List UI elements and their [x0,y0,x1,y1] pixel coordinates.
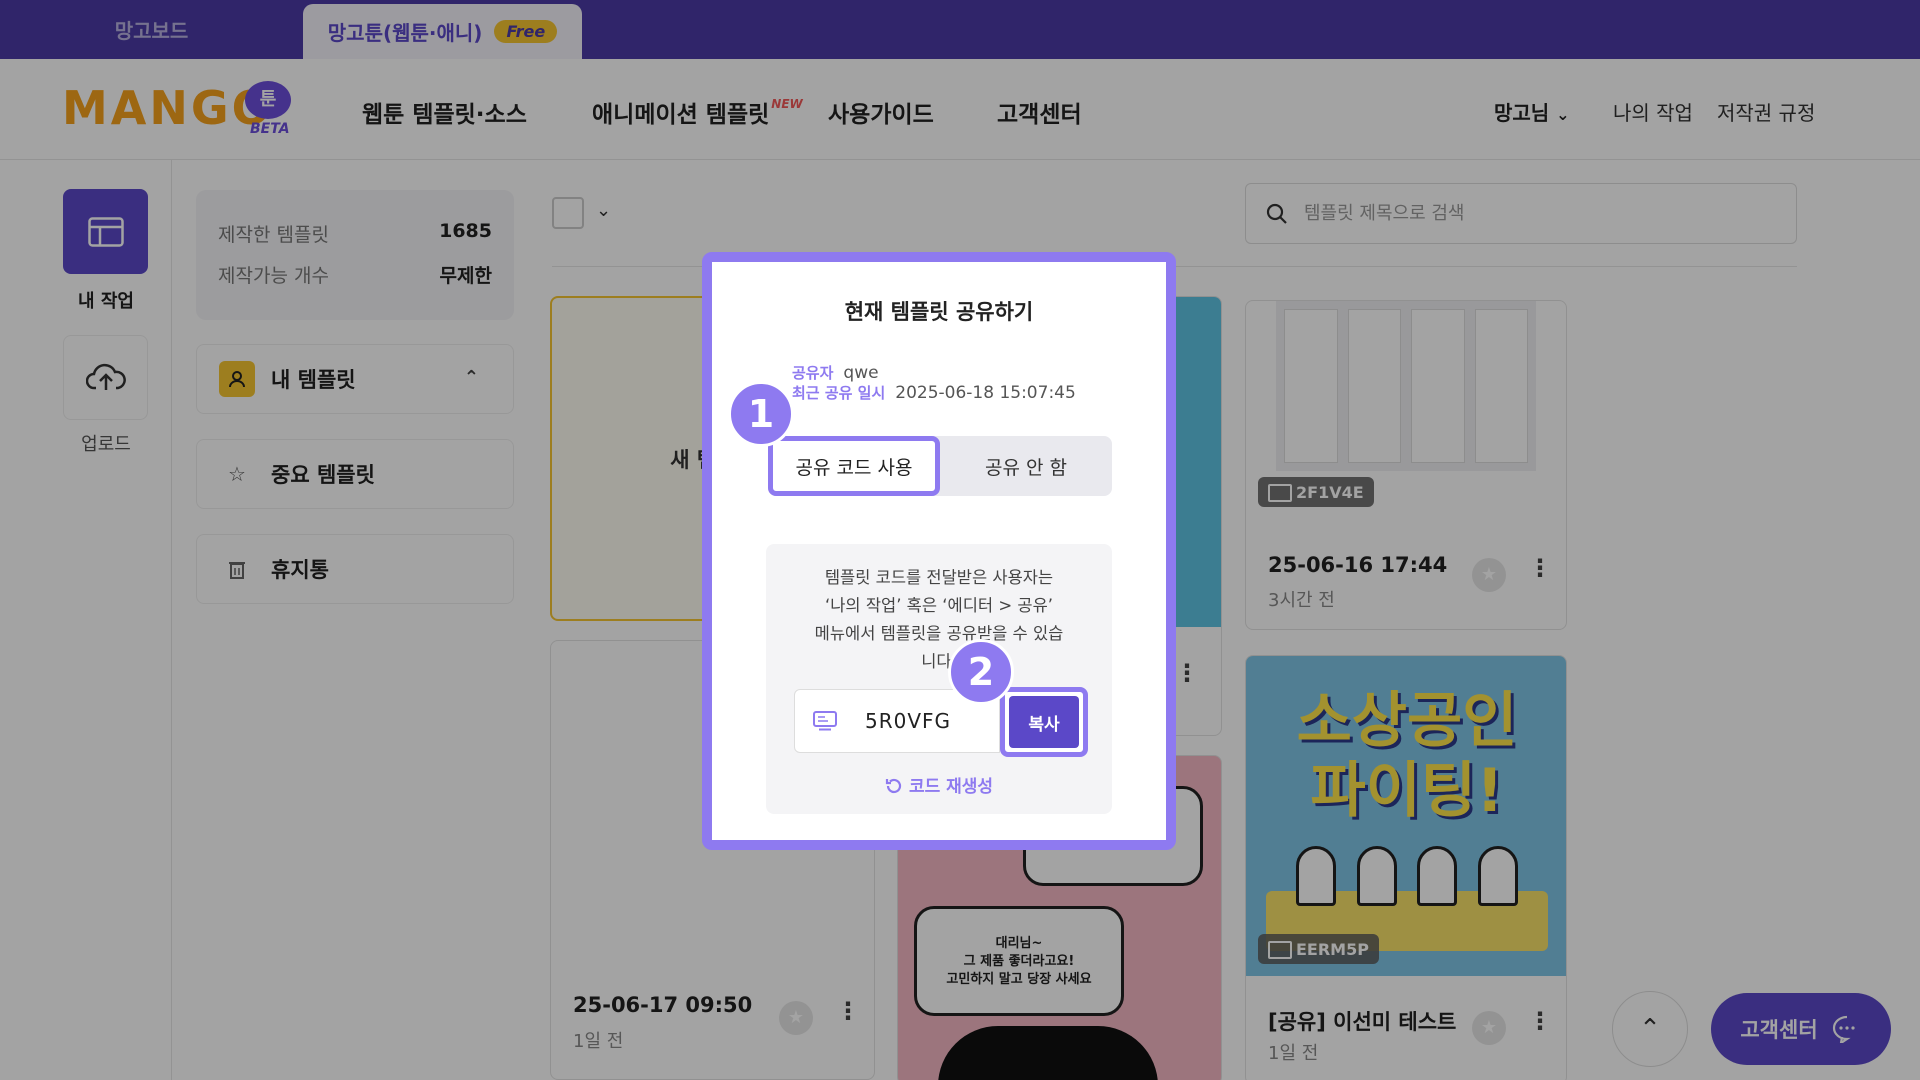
meta-value: 2025-06-18 15:07:45 [895,383,1076,403]
step-marker-1: 1 [728,381,794,447]
meta-label: 공유자 [792,364,834,382]
monitor-icon [813,711,837,731]
meta-label: 최근 공유 일시 [792,384,886,402]
share-template-modal: 현재 템플릿 공유하기 공유자 qwe 최근 공유 일시 2025-06-18 15… [702,252,1176,850]
refresh-icon [885,778,902,794]
last-shared-row: 최근 공유 일시 2025-06-18 15:07:45 [792,382,1076,403]
copy-code-button[interactable]: 복사 [1000,687,1088,757]
meta-value: qwe [843,363,879,383]
share-code-value: 5R0VFG [865,709,952,733]
share-code-panel: 템플릿 코드를 전달받은 사용자는 ‘나의 작업’ 혹은 ‘에디터 > 공유’ … [766,544,1112,814]
modal-title: 현재 템플릿 공유하기 [844,300,1034,324]
share-info-text: 템플릿 코드를 전달받은 사용자는 ‘나의 작업’ 혹은 ‘에디터 > 공유’ … [814,568,1064,671]
regenerate-code-button[interactable]: 코드 재생성 [766,772,1112,797]
copy-code-label: 복사 [1009,696,1079,748]
sharer-row: 공유자 qwe [792,362,879,383]
share-option-toggle: 공유 코드 사용 공유 안 함 [768,436,1112,496]
regenerate-code-label: 코드 재생성 [908,777,994,797]
no-share-option[interactable]: 공유 안 함 [940,436,1112,496]
step-marker-2: 2 [948,639,1014,705]
use-share-code-option[interactable]: 공유 코드 사용 [768,436,940,496]
